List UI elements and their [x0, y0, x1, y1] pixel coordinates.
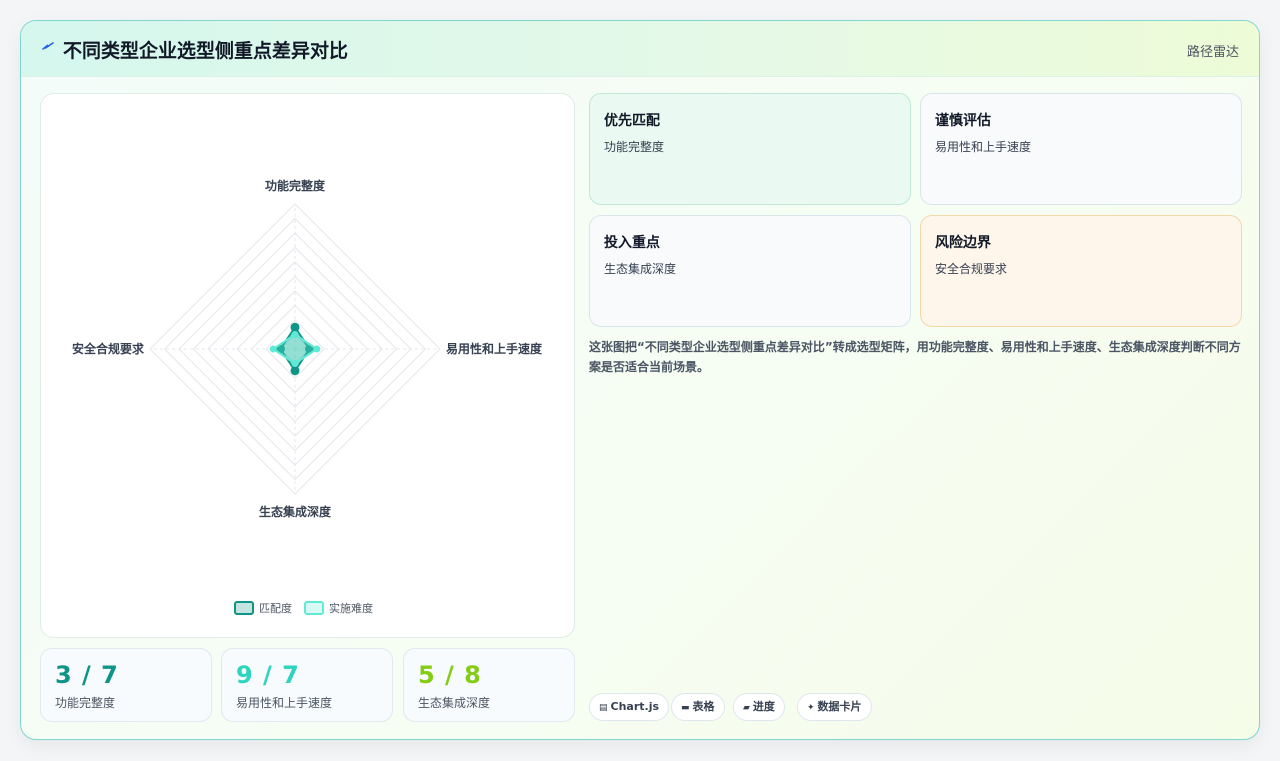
card-title: 谨慎评估 [935, 113, 991, 129]
chart-icon: ▤ [599, 703, 608, 713]
radar-chart: 功能完整度易用性和上手速度生态集成深度 安全合规要求匹配度 实施难度 [72, 178, 543, 615]
careful-evaluation-card: 谨慎评估 易用性和上手速度 [920, 93, 1242, 205]
card-text: 生态集成深度 [604, 262, 677, 276]
tag-chartjs[interactable]: ▤ Chart.js [589, 693, 670, 721]
card-title: 优先匹配 [604, 113, 660, 129]
tag-label: 进度 [752, 700, 775, 713]
stat-value: 9 / 7 [236, 661, 300, 689]
stat-label: 功能完整度 [55, 696, 116, 710]
radar-data-point [269, 345, 277, 353]
radar-data-point [291, 331, 299, 338]
stat-card-1: 3 / 7 功能完整度 [40, 648, 212, 722]
stat-label: 易用性和上手速度 [236, 696, 333, 710]
progress-icon: ▰ [743, 703, 750, 713]
legend-swatch [304, 601, 324, 615]
radar-data-point [291, 360, 299, 367]
radar-link[interactable]: 路径雷达 [1187, 41, 1239, 60]
radar-axis-label: 易用性和上手速度 [446, 341, 543, 356]
radar-data-point [313, 345, 321, 353]
radar-axis-label: 生态集成深度 [259, 504, 332, 519]
tag-data-card[interactable]: ✦ 数据卡片 [797, 693, 872, 721]
radar-series-area [271, 333, 319, 365]
stat-card-2: 9 / 7 易用性和上手速度 [221, 648, 393, 722]
tag-label: 表格 [692, 700, 715, 713]
radar-chart-panel: 功能完整度易用性和上手速度生态集成深度 安全合规要求匹配度 实施难度 [40, 93, 575, 638]
tag-label: 数据卡片 [817, 700, 862, 713]
stat-value: 5 / 8 [418, 661, 482, 689]
main-card: 不同类型企业选型侧重点差异对比 路径雷达 功能完整度 易用性和上手速度 生态集成深度… [20, 20, 1260, 740]
tag-label: Chart.js [610, 700, 660, 713]
card-text: 安全合规要求 [935, 262, 1008, 276]
priority-match-card: 优先匹配 功能完整度 [589, 93, 911, 205]
stat-value: 3 / 7 [55, 661, 119, 689]
card-text: 易用性和上手速度 [935, 140, 1032, 154]
card-text: 功能完整度 [604, 140, 665, 154]
card-title: 风险边界 [935, 235, 991, 251]
risk-boundary-card: 风险边界 安全合规要求 [920, 215, 1242, 327]
card-title: 投入重点 [604, 235, 660, 251]
spark-icon [42, 42, 54, 50]
tag-progress[interactable]: ▰ 进度 [733, 693, 785, 721]
sparkle-icon: ✦ [807, 703, 815, 713]
radar-data-point [290, 322, 300, 332]
legend-label: 实施难度 [329, 601, 373, 615]
chart-description: 这张图把“不同类型企业选型侧重点差异对比”转成选型矩阵，用功能完整度、易用性和上… [589, 340, 1241, 374]
stat-label: 生态集成深度 [418, 696, 491, 710]
radar-axis-label: 功能完整度 [265, 178, 326, 193]
table-icon: ▬ [681, 703, 690, 713]
radar-data-point [290, 366, 300, 376]
legend-swatch [234, 601, 254, 615]
legend-label: 匹配度 [259, 601, 292, 615]
header: 不同类型企业选型侧重点差异对比 路径雷达 [21, 21, 1259, 77]
stat-card-3: 5 / 8 生态集成深度 [403, 648, 575, 722]
investment-focus-card: 投入重点 生态集成深度 [589, 215, 911, 327]
radar-axis-label: 安全合规要求 [72, 341, 145, 356]
page-title: 不同类型企业选型侧重点差异对比 [63, 40, 349, 62]
tag-table[interactable]: ▬ 表格 [671, 693, 725, 721]
